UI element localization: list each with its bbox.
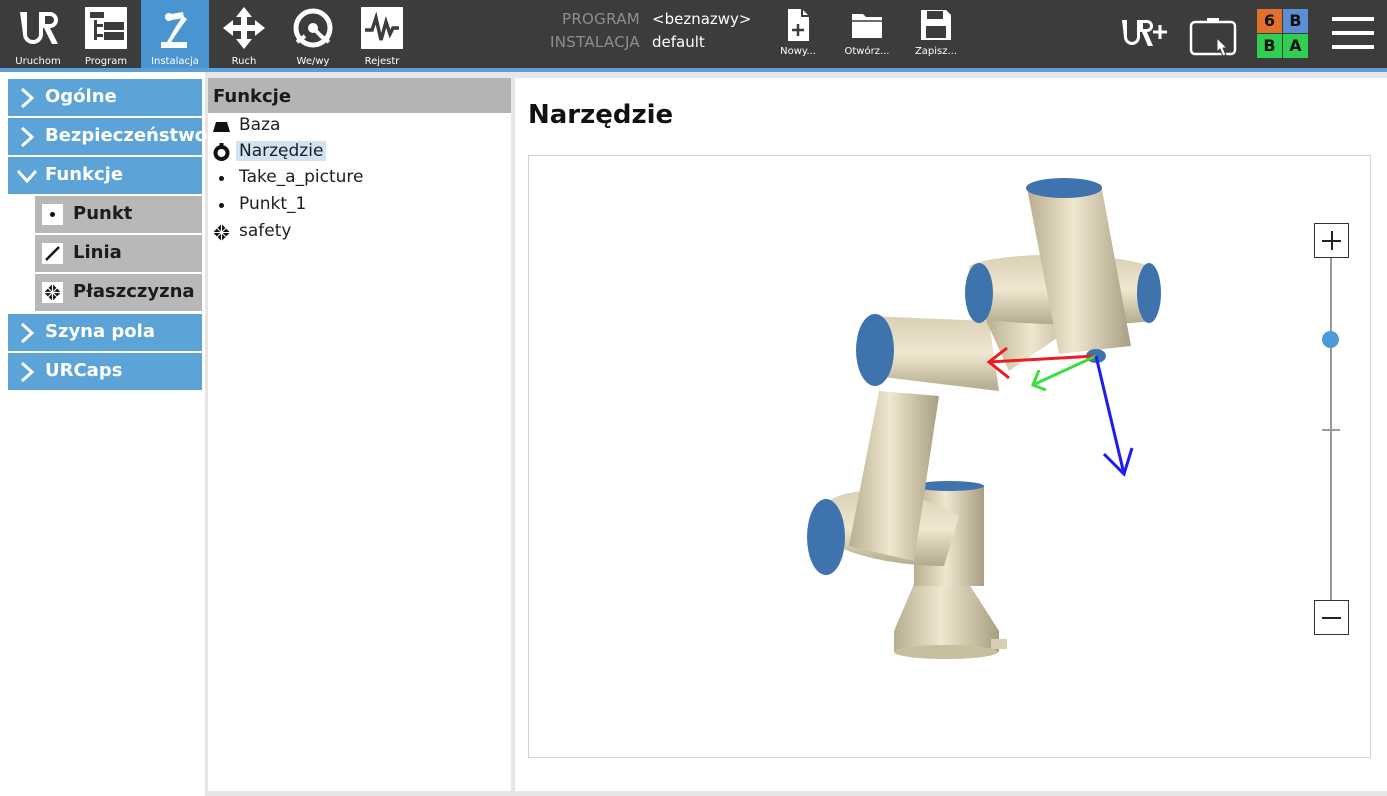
nav-wewy-button[interactable]: We/wy (279, 0, 347, 68)
feature-label: Narzędzie (236, 141, 327, 161)
chevron-right-icon (20, 126, 35, 148)
installation-row: INSTALACJA default (540, 33, 760, 55)
point-icon (219, 203, 224, 208)
sidebar-item-bezpieczenstwo[interactable]: Bezpieczeństwo (8, 118, 207, 155)
program-tree-icon (85, 7, 127, 49)
sidebar-subitem-label: Płaszczyzna (73, 281, 195, 302)
point-icon (42, 204, 63, 225)
top-toolbar: Uruchom Program Instalacja Ruch We/wy Re… (0, 0, 1387, 68)
nav-program-button[interactable]: Program (72, 0, 140, 68)
nav-uruchom-button[interactable]: Uruchom (4, 0, 72, 68)
status-cell: B (1283, 9, 1308, 33)
move-arrows-icon (223, 7, 265, 49)
sidebar-item-szyna-pola[interactable]: Szyna pola (8, 314, 202, 351)
sidebar-subitem-label: Linia (73, 242, 122, 263)
new-file-label: Nowy... (780, 46, 816, 57)
installation-value: default (652, 33, 705, 51)
content-panel: Narzędzie (515, 78, 1387, 791)
chevron-right-icon (20, 87, 35, 109)
nav-program-label: Program (84, 56, 128, 67)
sidebar-subitem-plaszczyzna[interactable]: Płaszczyzna (35, 274, 202, 311)
minus-icon (1322, 617, 1341, 619)
feature-label: Baza (239, 115, 281, 135)
remote-control-icon[interactable] (1189, 16, 1239, 60)
feature-label: Take_a_picture (239, 167, 364, 187)
new-file-button[interactable]: Nowy... (768, 0, 828, 68)
nav-wewy-label: We/wy (296, 56, 330, 67)
chevron-right-icon (20, 322, 35, 344)
plane-icon (213, 224, 230, 241)
nav-rejestr-label: Rejestr (364, 56, 400, 67)
new-file-icon (788, 9, 809, 41)
program-label: PROGRAM (561, 10, 640, 28)
sidebar-item-label: URCaps (45, 360, 123, 381)
sidebar-item-label: Bezpieczeństwo (45, 125, 208, 146)
feature-row-narzedzie[interactable]: Narzędzie (208, 140, 511, 166)
chevron-right-icon (20, 361, 35, 383)
sidebar-item-ogolne[interactable]: Ogólne (8, 79, 202, 116)
nav-ruch-button[interactable]: Ruch (210, 0, 278, 68)
log-waveform-icon (361, 7, 403, 49)
sidebar-item-label: Funkcje (45, 164, 124, 185)
installation-sidebar: Ogólne Bezpieczeństwo Funkcje Punkt Lini… (0, 72, 207, 796)
robot-status-grid[interactable]: 6 B B A (1257, 9, 1309, 59)
status-cell: B (1257, 34, 1282, 58)
save-file-button[interactable]: Zapisz... (906, 0, 966, 68)
zoom-out-button[interactable] (1314, 600, 1349, 635)
plus-icon (1331, 231, 1333, 250)
page-title: Narzędzie (528, 100, 674, 130)
sidebar-subitem-linia[interactable]: Linia (35, 235, 202, 272)
program-info: PROGRAM <beznazwy> INSTALACJA default (540, 10, 760, 58)
tool-icon (213, 143, 230, 161)
point-icon (219, 176, 224, 181)
nav-rejestr-button[interactable]: Rejestr (348, 0, 416, 68)
plane-icon (42, 282, 63, 303)
line-icon (42, 243, 63, 264)
sidebar-item-funkcje[interactable]: Funkcje (8, 157, 202, 194)
zoom-in-button[interactable] (1314, 223, 1349, 258)
program-value: <beznazwy> (652, 10, 752, 28)
program-row: PROGRAM <beznazwy> (540, 10, 760, 32)
robot-arm-model (807, 178, 1161, 659)
status-cell: A (1283, 34, 1308, 58)
zoom-slider-tick (1322, 429, 1340, 431)
installation-label: INSTALACJA (549, 33, 640, 51)
robot-3d-viewport[interactable] (528, 155, 1371, 758)
sidebar-subitem-punkt[interactable]: Punkt (35, 196, 202, 233)
ur-logo-icon (20, 12, 58, 44)
nav-instalacja-button[interactable]: Instalacja (141, 0, 209, 68)
open-file-label: Otwórz... (844, 46, 890, 57)
toolbar-accent-line (0, 68, 1387, 72)
save-disk-icon (921, 10, 951, 40)
chevron-down-icon (16, 169, 38, 184)
save-file-label: Zapisz... (914, 46, 958, 57)
sidebar-subitem-label: Punkt (73, 203, 133, 224)
feature-row-punkt-1[interactable]: Punkt_1 (208, 193, 511, 219)
feature-label: safety (239, 221, 292, 241)
base-icon (213, 122, 230, 132)
io-gauge-icon (293, 8, 333, 48)
features-header: Funkcje (208, 78, 511, 113)
feature-row-baza[interactable]: Baza (208, 114, 511, 140)
urcaps-add-icon[interactable] (1120, 17, 1168, 51)
status-cell: 6 (1257, 9, 1282, 33)
robot-arm-icon (161, 12, 187, 48)
features-panel: Funkcje Baza Narzędzie Take_a_picture Pu… (208, 78, 511, 791)
feature-row-safety[interactable]: safety (208, 220, 511, 246)
nav-ruch-label: Ruch (231, 56, 257, 67)
sidebar-item-urcaps[interactable]: URCaps (8, 353, 202, 390)
open-folder-icon (852, 14, 882, 38)
nav-uruchom-label: Uruchom (15, 56, 61, 67)
feature-row-take-a-picture[interactable]: Take_a_picture (208, 166, 511, 192)
nav-instalacja-label: Instalacja (151, 56, 199, 67)
feature-label: Punkt_1 (239, 194, 307, 214)
open-file-button[interactable]: Otwórz... (837, 0, 897, 68)
hamburger-menu-icon[interactable] (1332, 14, 1374, 52)
sidebar-item-label: Szyna pola (45, 321, 155, 342)
sidebar-item-label: Ogólne (45, 86, 117, 107)
